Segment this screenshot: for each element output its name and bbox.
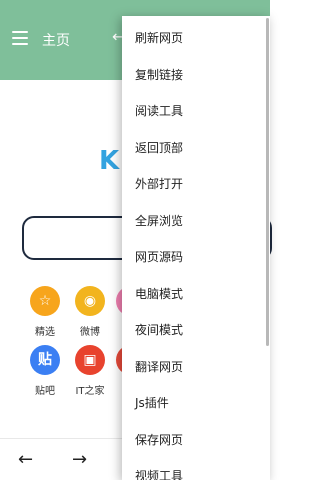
menu-item-reader[interactable]: 阅读工具	[135, 102, 183, 119]
menu-item-save-page[interactable]: 保存网页	[135, 431, 183, 448]
hamburger-menu-icon[interactable]	[12, 31, 28, 45]
menu-item-page-source[interactable]: 网页源码	[135, 248, 183, 265]
shortcut-label: IT之家	[75, 386, 105, 397]
shortcut-label: 精选	[35, 327, 55, 338]
menu-item-open-external[interactable]: 外部打开	[135, 175, 183, 192]
forward-arrow-icon[interactable]: →	[72, 449, 87, 470]
shortcut-label: 微博	[80, 327, 100, 338]
overflow-menu: 刷新网页 复制链接 阅读工具 返回顶部 外部打开 全屏浏览 网页源码 电脑模式 …	[122, 16, 270, 480]
menu-item-back-to-top[interactable]: 返回顶部	[135, 139, 183, 156]
menu-scrollbar[interactable]	[266, 18, 269, 346]
menu-item-desktop-mode[interactable]: 电脑模式	[135, 285, 183, 302]
weibo-icon: ◉	[75, 286, 105, 316]
menu-item-refresh[interactable]: 刷新网页	[135, 29, 183, 46]
menu-item-night-mode[interactable]: 夜间模式	[135, 321, 183, 338]
menu-item-fullscreen[interactable]: 全屏浏览	[135, 212, 183, 229]
menu-item-copy-link[interactable]: 复制链接	[135, 66, 183, 83]
menu-item-js-plugin[interactable]: Js插件	[135, 394, 169, 411]
tieba-icon: 贴	[30, 345, 60, 375]
ithome-icon: ▣	[75, 345, 105, 375]
back-arrow-icon[interactable]: ←	[18, 449, 33, 470]
shortcut-jingxuan[interactable]: ☆ 精选	[20, 286, 70, 338]
star-icon: ☆	[30, 286, 60, 316]
page-title: 主页	[42, 33, 70, 49]
menu-item-translate[interactable]: 翻译网页	[135, 358, 183, 375]
menu-item-video-tools[interactable]: 视频工具	[135, 467, 183, 480]
shortcut-label: 贴吧	[35, 386, 55, 397]
shortcut-tieba[interactable]: 贴 贴吧	[20, 345, 70, 397]
